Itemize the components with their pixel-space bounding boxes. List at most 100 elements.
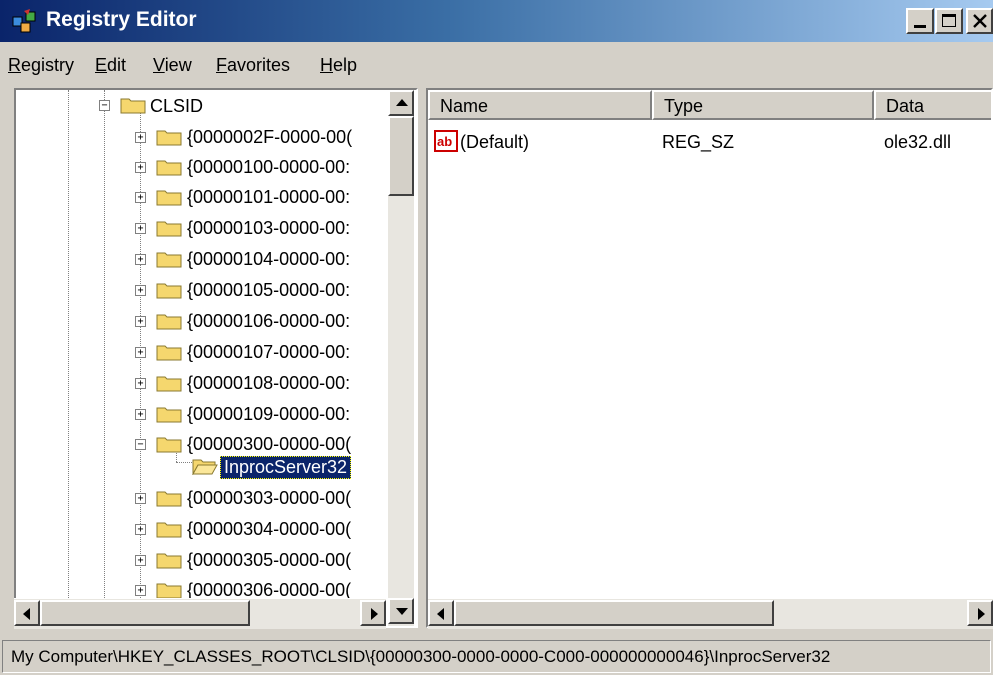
tree-item-label: {00000100-0000-00: [187,157,351,177]
tree-item[interactable]: + {00000105-0000-00: [16,276,388,306]
folder-icon [156,522,182,538]
value-data: ole32.dll [884,132,952,152]
registry-editor-icon [12,9,36,33]
menu-view[interactable]: View [153,55,192,76]
scroll-up-button[interactable] [388,90,414,116]
status-path: My Computer\HKEY_CLASSES_ROOT\CLSID\{000… [2,640,991,673]
registry-editor-window: Registry Editor Registry Edit View Favor… [0,0,993,675]
tree-item-clsid[interactable]: − CLSID [16,92,388,122]
close-icon [973,14,987,28]
expand-icon[interactable]: + [135,524,146,535]
expand-icon[interactable]: + [135,409,146,420]
folder-icon [156,345,182,361]
menu-bar: Registry Edit View Favorites Help [0,47,993,85]
folder-icon [156,221,182,237]
menu-edit[interactable]: Edit [95,55,126,76]
tree-item-label: {00000105-0000-00: [187,280,351,300]
tree-item[interactable]: + {00000100-0000-00: [16,153,388,183]
arrow-up-icon [396,99,408,106]
expand-icon[interactable]: + [135,254,146,265]
folder-icon [120,98,146,114]
tree-item-selected[interactable]: InprocServer32 [16,452,388,482]
collapse-icon[interactable]: − [99,100,110,111]
expand-icon[interactable]: + [135,378,146,389]
tree-item[interactable]: + {00000108-0000-00: [16,369,388,399]
scroll-left-button[interactable] [428,600,454,626]
tree-item[interactable]: + {00000305-0000-00( [16,546,388,576]
scroll-right-button[interactable] [360,600,386,626]
folder-icon [156,283,182,299]
expand-icon[interactable]: + [135,132,146,143]
scroll-right-button[interactable] [967,600,993,626]
tree-item-label: {00000103-0000-00: [187,218,351,238]
minimize-icon [914,25,926,28]
list-row[interactable]: ab (Default) REG_SZ ole32.dll [428,126,991,158]
folder-icon [156,491,182,507]
tree-item-label: {00000107-0000-00: [187,342,351,362]
tree-item[interactable]: + {00000101-0000-00: [16,183,388,213]
expand-icon[interactable]: + [135,162,146,173]
folder-icon [156,160,182,176]
expand-icon[interactable]: + [135,555,146,566]
open-folder-icon [192,459,218,475]
column-header-data[interactable]: Data [874,90,991,120]
key-tree-pane[interactable]: − CLSID + {0000002F-0000-00( + {00000100… [14,88,418,628]
expand-icon[interactable]: + [135,285,146,296]
expand-icon[interactable]: + [135,493,146,504]
arrow-left-icon [437,608,444,620]
minimize-button[interactable] [906,8,934,34]
column-header-type[interactable]: Type [652,90,874,120]
tree-item-label: {00000305-0000-00( [187,550,352,570]
value-name: (Default) [460,132,530,152]
tree-item-label: InprocServer32 [220,456,352,479]
scroll-thumb[interactable] [40,600,250,626]
expand-icon[interactable]: + [135,347,146,358]
tree-item[interactable]: + {00000107-0000-00: [16,338,388,368]
value-type: REG_SZ [662,132,735,152]
folder-icon [156,314,182,330]
tree-item-label: {0000002F-0000-00( [187,127,353,147]
expand-icon[interactable]: + [135,585,146,596]
maximize-button[interactable] [935,8,963,34]
tree-item[interactable]: + {00000304-0000-00( [16,515,388,545]
folder-icon [156,437,182,453]
arrow-left-icon [23,608,30,620]
tree-item-label: {00000109-0000-00: [187,404,351,424]
scroll-down-button[interactable] [388,598,414,624]
scroll-thumb[interactable] [454,600,774,626]
scroll-left-button[interactable] [14,600,40,626]
folder-icon [156,407,182,423]
tree-item-label: {00000108-0000-00: [187,373,351,393]
svg-text:ab: ab [437,134,452,149]
tree-item[interactable]: + {00000106-0000-00: [16,307,388,337]
tree-item-label: {00000303-0000-00( [187,488,352,508]
menu-help[interactable]: Help [320,55,357,76]
expand-icon[interactable]: + [135,192,146,203]
tree-item[interactable]: + {00000103-0000-00: [16,214,388,244]
tree-item[interactable]: + {00000109-0000-00: [16,400,388,430]
folder-icon [156,130,182,146]
menu-favorites[interactable]: Favorites [216,55,290,76]
tree-item[interactable]: + {00000104-0000-00: [16,245,388,275]
maximize-icon [942,14,956,27]
tree-item-label: {00000106-0000-00: [187,311,351,331]
tree-vertical-scrollbar[interactable] [388,90,414,626]
values-list-pane[interactable]: Name Type Data ab (Default) REG_SZ ole32… [426,88,993,628]
close-button[interactable] [966,8,993,34]
tree-horizontal-scrollbar[interactable] [14,598,386,629]
arrow-right-icon [978,608,985,620]
tree-item[interactable]: + {00000303-0000-00( [16,484,388,514]
expand-icon[interactable]: + [135,223,146,234]
folder-icon [156,553,182,569]
scroll-thumb[interactable] [388,116,414,196]
tree-item-label: CLSID [150,96,204,116]
tree-item-label: {00000304-0000-00( [187,519,352,539]
list-horizontal-scrollbar[interactable] [428,598,993,629]
collapse-icon[interactable]: − [135,439,146,450]
title-bar[interactable]: Registry Editor [0,0,993,42]
expand-icon[interactable]: + [135,316,146,327]
column-header-name[interactable]: Name [428,90,652,120]
menu-registry[interactable]: Registry [8,55,74,76]
tree-item[interactable]: + {0000002F-0000-00( [16,123,388,153]
status-bar: My Computer\HKEY_CLASSES_ROOT\CLSID\{000… [0,638,993,675]
